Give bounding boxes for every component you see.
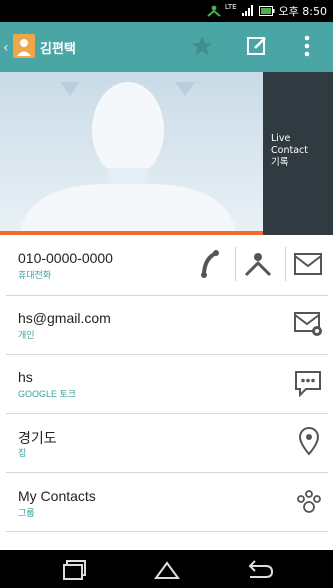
signal-icon <box>241 5 253 16</box>
detail-row-group[interactable]: My Contacts 그룹 <box>0 473 333 531</box>
home-icon[interactable] <box>154 559 180 581</box>
row-divider <box>6 531 328 532</box>
address-text: 경기도 <box>18 430 57 446</box>
action-divider <box>235 247 236 281</box>
status-bar: LTE 오후 8:50 <box>0 0 333 22</box>
person-icon[interactable] <box>244 249 272 279</box>
group-icon[interactable] <box>294 487 324 517</box>
email-address: hs@gmail.com <box>18 310 111 326</box>
action-divider <box>285 247 286 281</box>
recent-apps-icon[interactable] <box>62 559 88 581</box>
user-sync-icon <box>207 5 221 17</box>
live-contact-line2: Contact <box>271 145 308 156</box>
chat-id: hs <box>18 369 33 385</box>
chat-service: GOOGLE 토크 <box>18 389 77 399</box>
avatar[interactable] <box>13 34 35 58</box>
address-type: 집 <box>18 448 27 458</box>
detail-row-phone[interactable]: 010-0000-0000 휴대전화 <box>0 235 333 295</box>
battery-icon <box>258 6 275 16</box>
live-contact-line3: 기록 <box>271 157 289 168</box>
status-icons: LTE 오후 8:50 <box>207 3 327 19</box>
detail-row-address[interactable]: 경기도 집 <box>0 414 333 472</box>
contact-photo[interactable] <box>0 72 263 232</box>
edit-icon[interactable] <box>245 34 269 58</box>
overflow-menu-icon[interactable] <box>302 34 312 58</box>
network-label: LTE <box>224 3 237 11</box>
live-contact-label[interactable]: Live Contact 기록 <box>271 133 308 169</box>
navigation-bar <box>0 550 333 588</box>
group-name: My Contacts <box>18 488 96 504</box>
detail-row-chat[interactable]: hs GOOGLE 토크 <box>0 355 333 413</box>
action-bar: ‹ 김편택 <box>0 22 333 72</box>
star-icon[interactable] <box>190 34 214 58</box>
group-label: 그룹 <box>18 508 35 518</box>
phone-number: 010-0000-0000 <box>18 250 113 266</box>
message-icon[interactable] <box>293 251 323 277</box>
back-chevron-icon[interactable]: ‹ <box>3 40 9 56</box>
map-pin-icon[interactable] <box>298 426 320 456</box>
phone-type: 휴대전화 <box>18 270 52 280</box>
back-icon[interactable] <box>246 559 274 581</box>
detail-row-email[interactable]: hs@gmail.com 개인 <box>0 296 333 354</box>
email-icon[interactable] <box>293 310 323 338</box>
live-contact-line1: Live <box>271 133 291 144</box>
chat-icon[interactable] <box>294 369 322 397</box>
status-time: 오후 8:50 <box>278 5 327 18</box>
contact-name: 김편택 <box>40 42 76 57</box>
phone-icon[interactable] <box>196 249 224 279</box>
email-type: 개인 <box>18 330 35 340</box>
